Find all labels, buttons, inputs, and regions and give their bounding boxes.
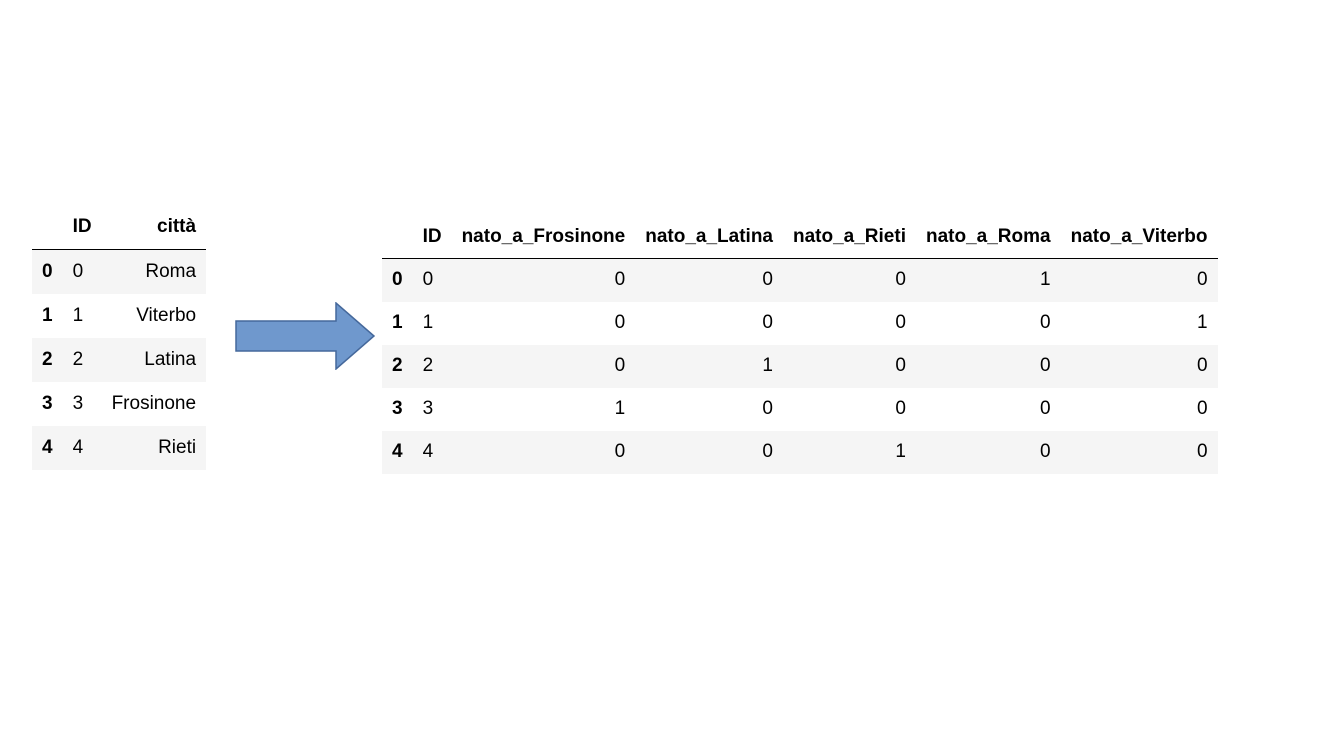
- table-row: 0 0 0 0 0 1 0: [382, 258, 1218, 302]
- value-cell: 0: [1040, 355, 1051, 376]
- original-dataframe-table: ID città 0 0 Roma 1 1 Viterbo 2 2 Latina…: [32, 205, 207, 470]
- citta-cell: Rieti: [158, 436, 197, 458]
- id-cell: 1: [422, 312, 434, 333]
- value-cell: 0: [614, 312, 626, 333]
- id-cell: 0: [72, 260, 84, 282]
- citta-cell: Viterbo: [136, 304, 197, 326]
- column-header-nato-a-rieti: nato_a_Rieti: [783, 215, 916, 259]
- table-row: 3 3 Frosinone: [32, 381, 207, 426]
- id-cell: 0: [422, 269, 434, 291]
- row-index: 0: [42, 260, 53, 282]
- header-row: ID città: [32, 205, 207, 250]
- row-index: 4: [42, 436, 53, 458]
- column-header-nato-a-frosinone: nato_a_Frosinone: [451, 215, 636, 259]
- table-row: 4 4 Rieti: [32, 425, 207, 470]
- row-index: 0: [392, 269, 403, 291]
- header-row: ID nato_a_Frosinone nato_a_Latina nato_a…: [382, 215, 1218, 259]
- value-cell: 1: [1196, 312, 1208, 333]
- table-row: 0 0 Roma: [32, 249, 207, 294]
- table-row: 2 2 Latina: [32, 337, 207, 382]
- citta-cell: Roma: [145, 260, 197, 282]
- value-cell: 0: [762, 312, 773, 333]
- id-cell: 1: [72, 304, 84, 326]
- value-cell: 1: [1040, 269, 1051, 291]
- arrow-shape: [235, 302, 375, 370]
- value-cell: 0: [614, 441, 626, 462]
- row-index: 3: [42, 392, 53, 414]
- arrow-right-icon: [235, 302, 375, 370]
- value-cell: 0: [1196, 269, 1208, 291]
- id-column-header: ID: [62, 205, 102, 250]
- value-cell: 0: [895, 269, 906, 291]
- table-row: 4 4 0 0 1 0 0: [382, 430, 1218, 474]
- value-cell: 0: [1196, 398, 1208, 419]
- id-cell: 2: [422, 355, 434, 376]
- value-cell: 0: [1196, 441, 1208, 462]
- table-row: 1 1 0 0 0 0 1: [382, 301, 1218, 345]
- index-header: [382, 215, 413, 259]
- value-cell: 0: [614, 269, 626, 291]
- citta-cell: Frosinone: [111, 392, 197, 414]
- value-cell: 0: [1196, 355, 1208, 376]
- id-column-header: ID: [412, 215, 452, 259]
- value-cell: 0: [895, 312, 906, 333]
- value-cell: 0: [762, 269, 773, 291]
- column-header-nato-a-latina: nato_a_Latina: [635, 215, 783, 259]
- id-cell: 4: [422, 441, 434, 462]
- value-cell: 1: [762, 355, 773, 376]
- value-cell: 0: [895, 355, 906, 376]
- row-index: 1: [392, 312, 403, 333]
- table-row: 1 1 Viterbo: [32, 293, 207, 338]
- column-header-nato-a-viterbo: nato_a_Viterbo: [1060, 215, 1218, 259]
- value-cell: 0: [1040, 312, 1051, 333]
- value-cell: 0: [762, 441, 773, 462]
- value-cell: 0: [614, 355, 626, 376]
- citta-cell: Latina: [144, 348, 197, 370]
- row-index: 4: [392, 441, 403, 462]
- value-cell: 0: [895, 398, 906, 419]
- index-header: [32, 205, 63, 250]
- id-cell: 3: [422, 398, 434, 419]
- value-cell: 0: [1040, 398, 1051, 419]
- citta-column-header: città: [101, 205, 207, 250]
- row-index: 2: [392, 355, 403, 376]
- value-cell: 1: [614, 398, 626, 419]
- column-header-nato-a-roma: nato_a_Roma: [915, 215, 1061, 259]
- row-index: 3: [392, 398, 403, 419]
- table-row: 3 3 1 0 0 0 0: [382, 387, 1218, 431]
- value-cell: 0: [1040, 441, 1051, 462]
- value-cell: 0: [762, 398, 773, 419]
- one-hot-dataframe-table: ID nato_a_Frosinone nato_a_Latina nato_a…: [382, 215, 1218, 474]
- row-index: 1: [42, 304, 53, 326]
- table-row: 2 2 0 1 0 0 0: [382, 344, 1218, 388]
- id-cell: 2: [72, 348, 84, 370]
- id-cell: 4: [72, 436, 84, 458]
- id-cell: 3: [72, 392, 84, 414]
- row-index: 2: [42, 348, 53, 370]
- value-cell: 1: [895, 441, 906, 462]
